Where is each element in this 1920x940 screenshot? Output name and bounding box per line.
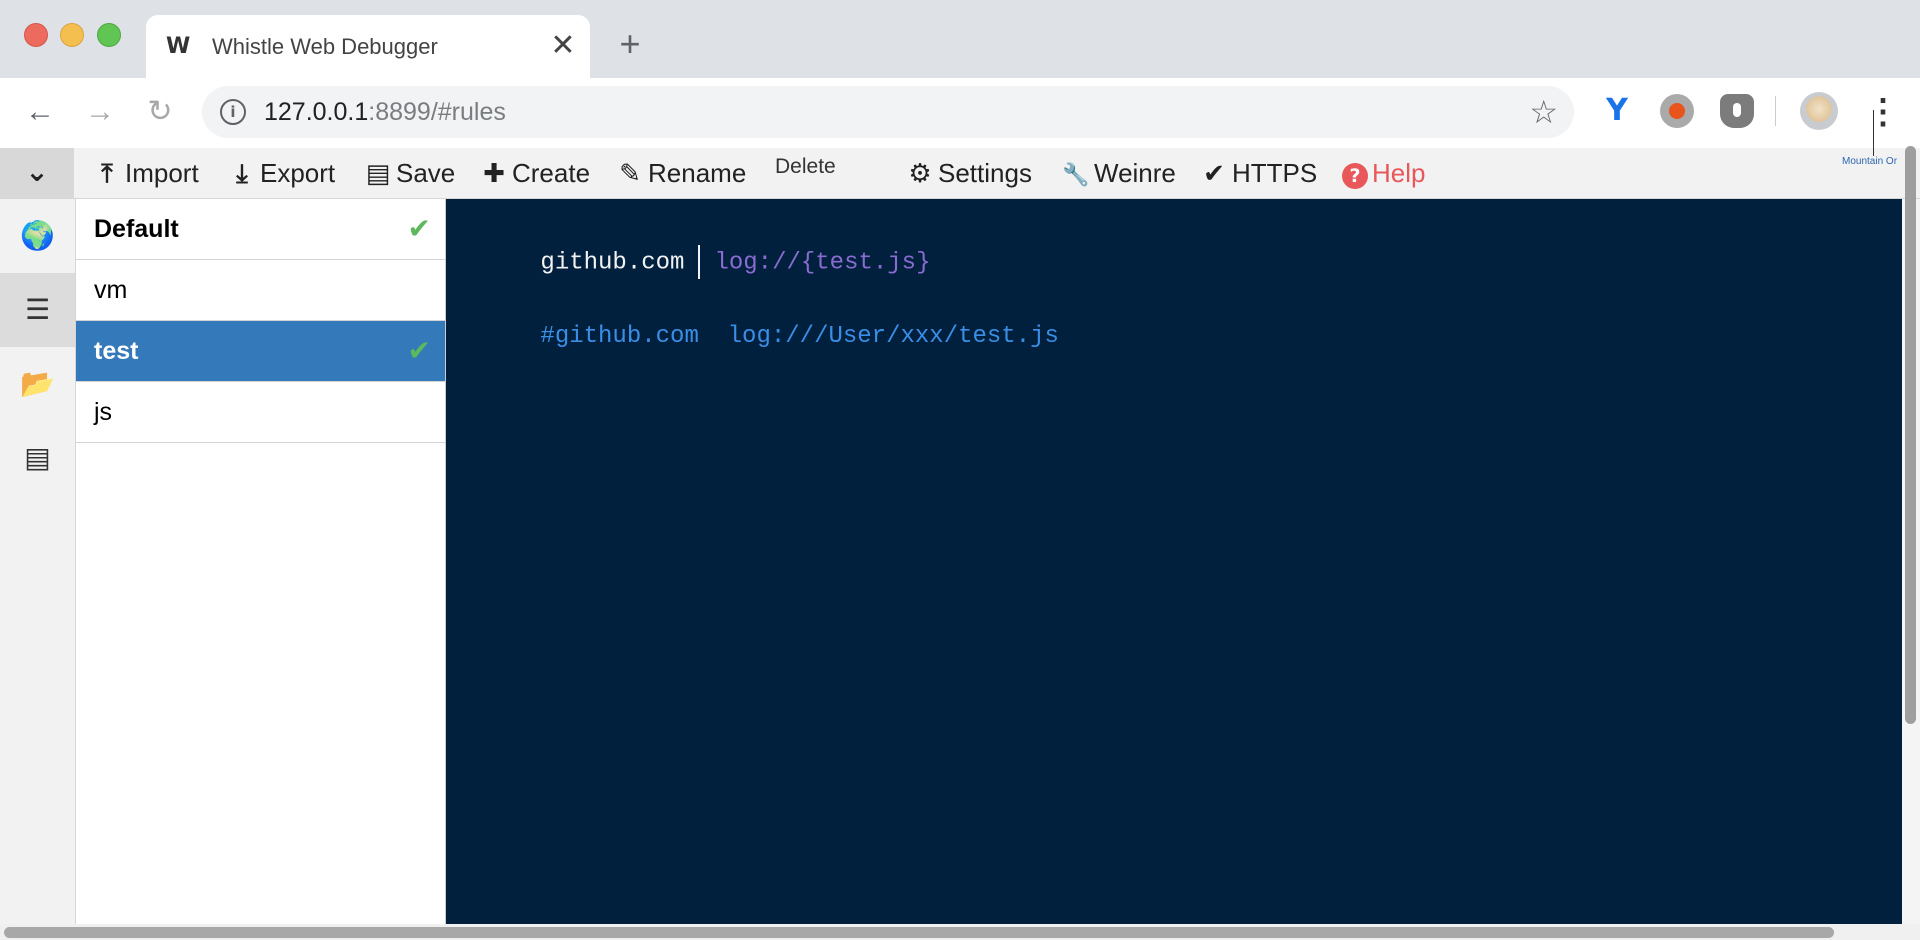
weinre-button[interactable]: 🔧 Weinre [1062,156,1176,190]
reload-icon[interactable]: ↻ [140,92,180,132]
code-line-3: #github.com log:///User/xxx/test.js [454,283,1059,391]
maximize-window-button[interactable] [97,23,121,47]
extension-lock-icon[interactable] [1720,94,1754,128]
extension-record-icon[interactable] [1660,94,1694,128]
create-button[interactable]: ✚ Create [480,156,590,190]
horizontal-scrollbar[interactable] [0,924,1920,940]
plus-icon: ✚ [483,159,505,189]
rule-operation: log://{test.js} [714,249,931,277]
save-button[interactable]: ▤ Save [364,156,456,190]
values-folder-icon[interactable]: 📂 [0,347,75,421]
menu-kebab-icon[interactable]: ⋮ [1866,92,1900,132]
whistle-menu-bar: ⌄ ⤒ Import ⤓ Export ▤ Save ✚ Create ✎ Rename … [0,110,1920,199]
rule-item-default[interactable]: Default ✔ [76,199,445,260]
https-button[interactable]: ✔ HTTPS [1200,156,1317,190]
gear-icon: ⚙ [908,159,932,189]
rule-item-vm[interactable]: vm [76,260,445,321]
rule-pattern: github.com [540,249,685,277]
settings-button[interactable]: ⚙ Settings [906,156,1032,190]
chevron-down-icon[interactable]: ⌄ [0,148,74,198]
address-bar[interactable]: i 127.0.0.1:8899/#rules ☆ [202,86,1574,138]
close-window-button[interactable] [24,23,48,47]
rules-list-icon[interactable]: ☰ [0,273,75,347]
horizontal-scrollbar-thumb[interactable] [4,927,1834,938]
close-tab-icon[interactable]: ✕ [546,29,580,63]
browser-toolbar: ← → ↻ i 127.0.0.1:8899/#rules ☆ Y ⋮ [0,78,1920,147]
import-button[interactable]: ⤒ Import [93,156,198,190]
help-button[interactable]: ? Help [1342,156,1425,190]
rename-button[interactable]: ✎ Rename [616,156,746,190]
browser-tab-strip: W Whistle Web Debugger ✕ + [0,0,1920,78]
whistle-logo-icon: W [166,34,190,59]
left-rail: 🌍 ☰ 📂 ▤ [0,199,76,924]
plugins-icon[interactable]: ▤ [0,421,75,495]
browser-tab[interactable]: W Whistle Web Debugger ✕ [146,15,590,78]
url-text[interactable]: 127.0.0.1:8899/#rules [264,98,506,126]
export-button[interactable]: ⤓ Export [228,156,335,190]
profile-avatar[interactable] [1800,92,1838,130]
toolbar-divider [1775,96,1776,126]
bookmark-star-icon[interactable]: ☆ [1529,94,1558,130]
tooltip-text: Mountain Or [1842,156,1898,167]
vertical-scrollbar-thumb[interactable] [1905,146,1916,724]
tab-title: Whistle Web Debugger [212,34,438,59]
check-icon: ✔ [1203,159,1225,189]
check-icon: ✔ [407,334,431,367]
wrench-icon: 🔧 [1062,163,1090,188]
text-caret [698,245,701,279]
tooltip-pointer [1873,110,1874,156]
check-icon: ✔ [407,212,431,245]
network-globe-icon[interactable]: 🌍 [0,199,75,273]
minimize-window-button[interactable] [60,23,84,47]
import-icon: ⤒ [101,159,113,189]
rule-item-test[interactable]: test ✔ [76,321,445,382]
new-tab-icon[interactable]: + [612,26,648,62]
export-icon: ⤓ [236,159,248,189]
delete-button[interactable]: Delete [775,150,836,184]
save-icon: ▤ [365,159,391,189]
back-icon[interactable]: ← [20,92,60,132]
rule-comment: #github.com log:///User/xxx/test.js [540,323,1059,350]
extension-y-icon[interactable]: Y [1600,94,1634,128]
forward-icon[interactable]: → [80,92,120,132]
edit-icon: ✎ [619,159,641,189]
rules-editor[interactable]: github.com log://{test.js} #github.com lo… [446,199,1902,924]
rule-item-js[interactable]: js [76,382,445,443]
rule-list: Default ✔ vm test ✔ js [76,199,446,924]
whistle-app: ⌄ ⤒ Import ⤓ Export ▤ Save ✚ Create ✎ Rename … [0,110,1920,940]
question-circle-icon: ? [1342,163,1368,189]
info-icon[interactable]: i [220,99,246,125]
